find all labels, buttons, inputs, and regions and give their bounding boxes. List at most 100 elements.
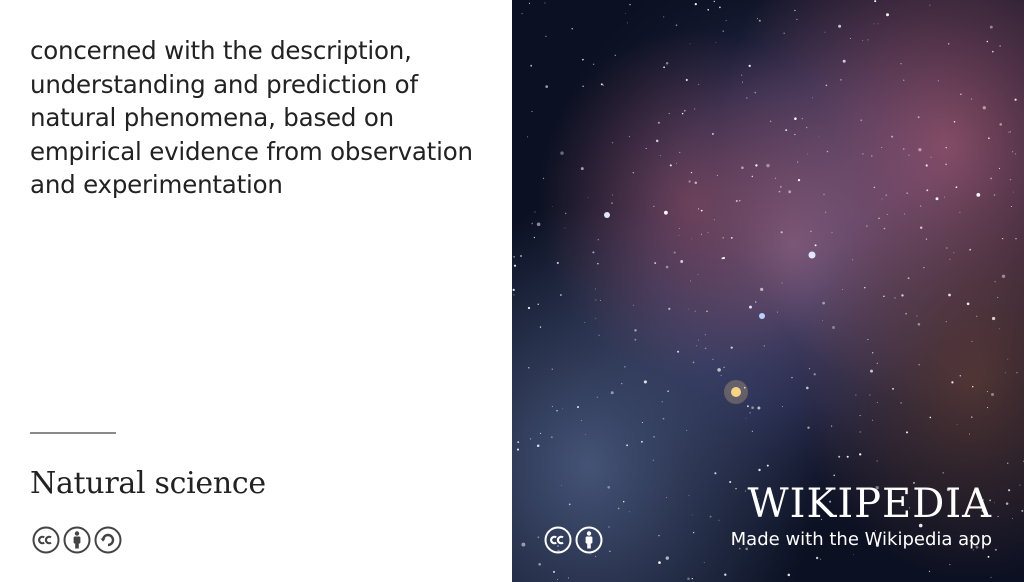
- star: [679, 151, 681, 153]
- star: [994, 281, 996, 283]
- star: [1010, 206, 1012, 207]
- star: [746, 97, 748, 99]
- star: [545, 35, 547, 37]
- star: [741, 74, 743, 76]
- star: [788, 190, 792, 194]
- star: [971, 385, 974, 388]
- star: [970, 98, 973, 100]
- star: [966, 302, 970, 306]
- star: [904, 213, 906, 215]
- star: [668, 307, 671, 310]
- star: [917, 323, 921, 326]
- star: [614, 54, 616, 56]
- star: [667, 390, 669, 392]
- wikipedia-branding: WIKIPEDIA Made with the Wikipedia app: [731, 482, 992, 552]
- star: [758, 468, 761, 472]
- star: [689, 43, 691, 45]
- star: [822, 320, 823, 321]
- star: [869, 394, 871, 396]
- star: [611, 142, 614, 144]
- star: [886, 13, 889, 17]
- star: [562, 408, 564, 410]
- star: [805, 386, 809, 390]
- star: [951, 381, 954, 384]
- star: [794, 117, 797, 120]
- star: [1008, 131, 1010, 133]
- star: [818, 135, 820, 137]
- star: [814, 244, 817, 247]
- star: [512, 288, 515, 292]
- star: [584, 321, 586, 323]
- star: [953, 252, 955, 254]
- star: [892, 388, 894, 390]
- star: [806, 153, 808, 155]
- star: [907, 277, 910, 280]
- star: [678, 234, 680, 236]
- star: [1007, 358, 1009, 360]
- star: [568, 503, 571, 506]
- star: [625, 13, 626, 15]
- star: [990, 576, 992, 578]
- star: [956, 423, 958, 425]
- star: [900, 63, 902, 65]
- star: [783, 32, 785, 34]
- star: [643, 380, 647, 384]
- star: [926, 189, 929, 192]
- star: [715, 41, 717, 43]
- article-excerpt: concerned with the description, understa…: [30, 36, 473, 199]
- star: [766, 163, 770, 168]
- star: [948, 293, 951, 297]
- cc-icon: [32, 526, 60, 554]
- license-icons-overlay: [544, 526, 603, 554]
- star: [561, 484, 562, 486]
- star: [923, 266, 925, 269]
- star: [959, 211, 961, 213]
- star: [694, 310, 696, 312]
- star: [822, 301, 825, 305]
- star: [539, 432, 542, 435]
- star: [665, 62, 669, 65]
- star: [989, 25, 993, 29]
- star: [661, 401, 663, 403]
- star: [560, 151, 564, 155]
- star: [551, 368, 553, 370]
- star: [1001, 237, 1004, 240]
- star: [993, 194, 996, 196]
- star: [1012, 191, 1014, 193]
- star: [990, 177, 993, 180]
- star: [903, 79, 905, 81]
- star: [823, 193, 825, 196]
- star: [544, 2, 546, 4]
- star: [849, 37, 851, 39]
- star: [622, 500, 625, 503]
- star: [842, 59, 846, 63]
- star: [998, 167, 1001, 170]
- star: [516, 448, 520, 451]
- star: [653, 435, 656, 438]
- star: [552, 206, 553, 208]
- star: [658, 534, 660, 537]
- star: [655, 139, 659, 143]
- star: [697, 274, 699, 275]
- star: [872, 419, 874, 421]
- star: [991, 316, 996, 321]
- star: [632, 172, 634, 174]
- star: [749, 305, 752, 309]
- star: [666, 497, 667, 498]
- star: [534, 211, 536, 213]
- star: [703, 562, 705, 564]
- star: [949, 258, 951, 260]
- star: [930, 156, 932, 158]
- star: [741, 81, 743, 83]
- star: [878, 217, 880, 220]
- star: [916, 315, 918, 317]
- star: [659, 155, 661, 156]
- star: [937, 80, 939, 82]
- star: [819, 558, 822, 560]
- star: [998, 328, 1000, 330]
- star: [716, 175, 718, 177]
- star: [754, 91, 757, 94]
- star: [1014, 98, 1017, 101]
- star: [735, 199, 738, 203]
- star: [774, 177, 777, 179]
